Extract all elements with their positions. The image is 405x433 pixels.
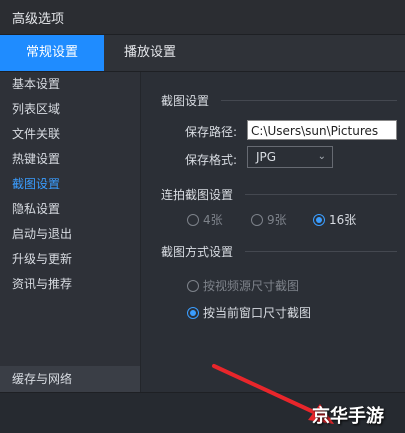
burst-4-label: 4张 bbox=[203, 213, 223, 227]
method-source-size-radio[interactable]: 按视频源尺寸截图 bbox=[187, 277, 299, 295]
save-path-input[interactable]: C:\Users\sun\Pictures bbox=[247, 120, 397, 140]
radio-checked-icon bbox=[313, 213, 325, 226]
sidebar: 基本设置 列表区域 文件关联 热键设置 截图设置 隐私设置 启动与退出 升级与更… bbox=[0, 72, 141, 392]
settings-panel: 截图设置 保存路径: C:\Users\sun\Pictures 保存格式: J… bbox=[141, 72, 405, 392]
save-path-label: 保存路径: bbox=[185, 125, 238, 139]
save-format-value: JPG bbox=[256, 150, 277, 164]
method-source-size-label: 按视频源尺寸截图 bbox=[203, 279, 300, 293]
radio-icon bbox=[187, 279, 199, 292]
tab-playback-settings[interactable]: 播放设置 bbox=[104, 35, 196, 71]
section-divider bbox=[245, 251, 397, 252]
sidebar-item-startup-exit[interactable]: 启动与退出 bbox=[0, 222, 140, 247]
method-window-size-radio[interactable]: 按当前窗口尺寸截图 bbox=[187, 304, 311, 322]
section-divider bbox=[245, 194, 397, 195]
chevron-down-icon: ⌄ bbox=[317, 151, 326, 162]
save-format-select[interactable]: JPG ⌄ bbox=[247, 146, 333, 168]
method-window-size-label: 按当前窗口尺寸截图 bbox=[203, 306, 312, 320]
method-section-title: 截图方式设置 bbox=[161, 245, 234, 259]
sidebar-item-file-association[interactable]: 文件关联 bbox=[0, 122, 140, 147]
watermark-text: 京华手游 bbox=[312, 406, 384, 427]
burst-section-title: 连拍截图设置 bbox=[161, 188, 234, 202]
sidebar-item-screenshot[interactable]: 截图设置 bbox=[0, 172, 140, 197]
sidebar-item-hotkeys[interactable]: 热键设置 bbox=[0, 147, 140, 172]
title-bar: 高级选项 bbox=[0, 0, 405, 35]
tab-bar: 常规设置 播放设置 bbox=[0, 35, 405, 72]
tab-general-settings[interactable]: 常规设置 bbox=[0, 35, 104, 71]
burst-9-radio[interactable]: 9张 bbox=[251, 211, 287, 229]
sidebar-item-cache-network[interactable]: 缓存与网络 bbox=[0, 366, 140, 392]
window-title: 高级选项 bbox=[12, 12, 65, 27]
sidebar-item-update[interactable]: 升级与更新 bbox=[0, 247, 140, 272]
burst-16-radio[interactable]: 16张 bbox=[313, 211, 356, 229]
save-format-label: 保存格式: bbox=[185, 153, 238, 167]
sidebar-item-basic[interactable]: 基本设置 bbox=[0, 72, 140, 97]
burst-9-label: 9张 bbox=[267, 213, 287, 227]
radio-icon bbox=[187, 213, 199, 226]
sidebar-item-list-area[interactable]: 列表区域 bbox=[0, 97, 140, 122]
burst-16-label: 16张 bbox=[329, 213, 357, 227]
radio-checked-icon bbox=[187, 306, 199, 319]
sidebar-item-news[interactable]: 资讯与推荐 bbox=[0, 272, 140, 297]
section-divider bbox=[221, 100, 397, 101]
screenshot-section-title: 截图设置 bbox=[161, 94, 210, 108]
sidebar-item-privacy[interactable]: 隐私设置 bbox=[0, 197, 140, 222]
burst-4-radio[interactable]: 4张 bbox=[187, 211, 223, 229]
radio-icon bbox=[251, 213, 263, 226]
